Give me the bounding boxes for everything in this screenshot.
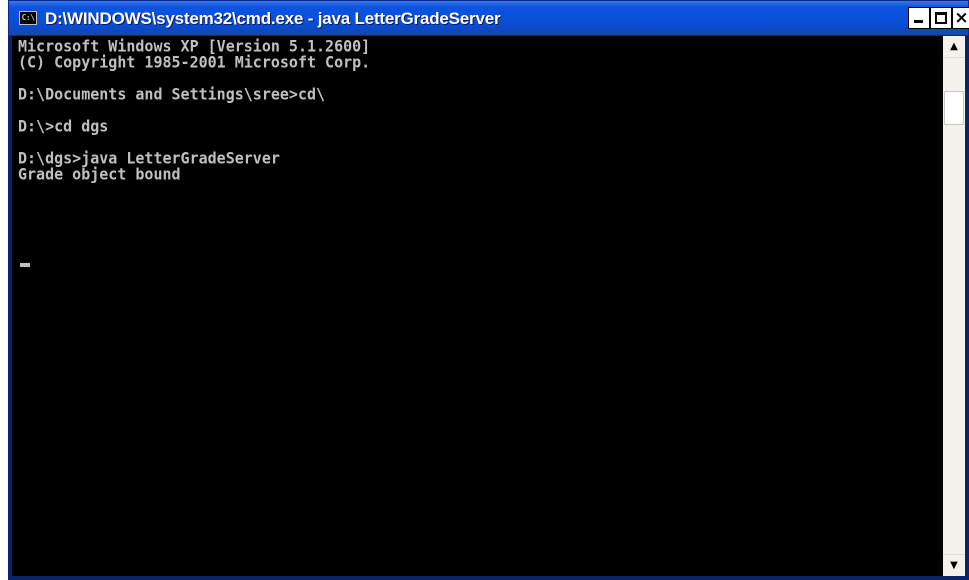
scroll-up-button[interactable]: ▲ [943, 36, 965, 58]
console-icon[interactable]: C:\ [19, 11, 37, 25]
console-line: (C) Copyright 1985-2001 Microsoft Corp. [18, 52, 371, 72]
console-line: D:\>cd dgs [18, 116, 109, 136]
console-line: Grade object bound [18, 164, 181, 184]
vertical-scrollbar[interactable]: ▲ ▼ [943, 36, 965, 576]
scroll-up-icon: ▲ [950, 41, 958, 52]
close-icon: × [954, 8, 969, 28]
console-line: D:\Documents and Settings\sree>cd\ [18, 84, 326, 104]
window-frame-bottom [8, 576, 969, 580]
console-output[interactable]: Microsoft Windows XP [Version 5.1.2600] … [12, 36, 943, 576]
window-title: D:\WINDOWS\system32\cmd.exe - java Lette… [45, 9, 501, 28]
close-button[interactable]: × [952, 7, 969, 29]
title-bar[interactable]: C:\ D:\WINDOWS\system32\cmd.exe - java L… [8, 0, 969, 36]
scroll-down-icon: ▼ [950, 560, 958, 571]
minimize-icon [914, 20, 923, 23]
scroll-down-button[interactable]: ▼ [943, 554, 965, 576]
maximize-icon [935, 12, 947, 24]
maximize-button[interactable] [930, 7, 952, 29]
console-window: C:\ D:\WINDOWS\system32\cmd.exe - java L… [8, 0, 969, 580]
scrollbar-thumb[interactable] [944, 91, 964, 125]
minimize-button[interactable] [908, 7, 930, 29]
text-cursor [20, 263, 30, 267]
console-client-area: Microsoft Windows XP [Version 5.1.2600] … [12, 36, 965, 576]
